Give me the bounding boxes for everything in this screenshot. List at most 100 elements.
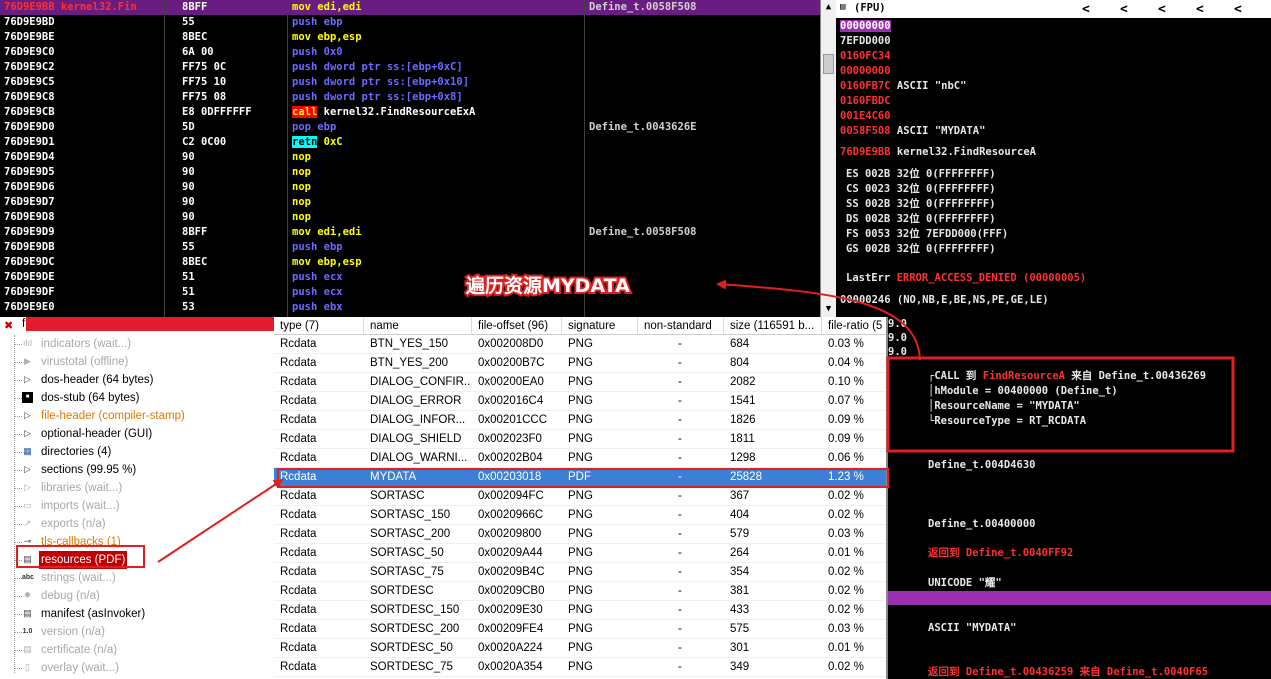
- scroll-up-arrow-icon[interactable]: ▲: [821, 0, 836, 14]
- tree-item[interactable]: abc strings (wait...): [0, 569, 274, 587]
- table-row[interactable]: Rcdata SORTDESC_150 0x00209E30 PNG -433 0.02 …: [274, 601, 888, 620]
- stack-line[interactable]: │hModule = 00400000 (Define_t): [928, 384, 1118, 398]
- disasm-row[interactable]: 76D9E9D7 90 nop: [0, 195, 820, 210]
- segment-register[interactable]: FS 0053 32位 7EFDD000(FFF): [846, 227, 1008, 241]
- tree-item[interactable]: ✹ debug (n/a): [0, 587, 274, 605]
- table-row[interactable]: Rcdata SORTASC_200 0x00209800 PNG -579 0.03 %: [274, 525, 888, 544]
- nav-arrow-icon[interactable]: <: [1158, 2, 1166, 17]
- disasm-row[interactable]: 76D9E9D6 90 nop: [0, 180, 820, 195]
- scrollbar-thumb[interactable]: [823, 54, 834, 74]
- tree-item[interactable]: ⊸ tls-callbacks (1): [0, 533, 274, 551]
- stack-line[interactable]: 返回到 Define_t.0040FF92: [928, 546, 1073, 560]
- disasm-row[interactable]: 76D9E9D5 90 nop: [0, 165, 820, 180]
- tree-item[interactable]: ▷ optional-header (GUI): [0, 425, 274, 443]
- disasm-row[interactable]: 76D9E9DE 51 push ecx: [0, 270, 820, 285]
- table-row[interactable]: Rcdata SORTASC_75 0x00209B4C PNG -354 0.02 %: [274, 563, 888, 582]
- table-row[interactable]: Rcdata BTN_YES_200 0x00200B7C PNG -804 0.04 %: [274, 354, 888, 373]
- disasm-row[interactable]: 76D9E9C5 FF75 10 push dword ptr ss:[ebp+0x…: [0, 75, 820, 90]
- disasm-row[interactable]: 76D9E9BE 8BEC mov ebp,esp: [0, 30, 820, 45]
- stack-line[interactable]: 返回到 Define_t.00436259 来自 Define_t.0040F6…: [928, 665, 1208, 679]
- column-header[interactable]: signature: [562, 317, 638, 335]
- column-header[interactable]: file-ratio (5: [822, 317, 888, 335]
- tree-item[interactable]: ↗ exports (n/a): [0, 515, 274, 533]
- disasm-row[interactable]: 76D9E9DC 8BEC mov ebp,esp: [0, 255, 820, 270]
- stack-line[interactable]: ASCII "MYDATA": [928, 621, 1017, 635]
- tree-item[interactable]: ▷ sections (99.95 %): [0, 461, 274, 479]
- tree-item[interactable]: ▷ libraries (wait...): [0, 479, 274, 497]
- disasm-row[interactable]: 76D9E9CB E8 0DFFFFFF call kernel32.FindRes…: [0, 105, 820, 120]
- disasm-row[interactable]: 76D9E9DB 55 push ebp: [0, 240, 820, 255]
- tree-item[interactable]: ■ dos-stub (64 bytes): [0, 389, 274, 407]
- disassembly-panel[interactable]: 76D9E9BB kernel32.Fin 8BFF mov edi,edi Defi…: [0, 0, 820, 317]
- disasm-row[interactable]: 76D9E9D4 90 nop: [0, 150, 820, 165]
- disasm-row[interactable]: 76D9E9C2 FF75 0C push dword ptr ss:[ebp+0x…: [0, 60, 820, 75]
- register-value[interactable]: 00000000: [840, 19, 891, 33]
- segment-register[interactable]: DS 002B 32位 0(FFFFFFFF): [846, 212, 996, 226]
- register-value[interactable]: 0058F508 ASCII "MYDATA": [840, 124, 985, 138]
- disasm-row[interactable]: 76D9E9D1 C2 0C00 retn 0xC: [0, 135, 820, 150]
- tree-root[interactable]: ✖ f: [0, 317, 274, 335]
- scroll-down-arrow-icon[interactable]: ▼: [821, 302, 836, 316]
- register-value[interactable]: 0160FC34: [840, 49, 891, 63]
- disasm-row[interactable]: 76D9E9E0 53 push ebx: [0, 300, 820, 315]
- table-row[interactable]: Rcdata SORTDESC 0x00209CB0 PNG -381 0.02 %: [274, 582, 888, 601]
- table-row[interactable]: Rcdata DIALOG_CONFIR... 0x00200EA0 PNG -2082…: [274, 373, 888, 392]
- table-row[interactable]: Rcdata SORTDESC_75 0x0020A354 PNG -349 0.02 %: [274, 658, 888, 677]
- table-row[interactable]: Rcdata SORTDESC_50 0x0020A224 PNG -301 0.01 %: [274, 639, 888, 658]
- register-value[interactable]: 7EFDD000: [840, 34, 891, 48]
- stack-line[interactable]: Define_t.004D4630: [928, 458, 1035, 472]
- register-value[interactable]: 001E4C60: [840, 109, 891, 123]
- tree-item[interactable]: 1.0 version (n/a): [0, 623, 274, 641]
- disasm-row[interactable]: 76D9E9BD 55 push ebp: [0, 15, 820, 30]
- tree-item[interactable]: ▯ overlay (wait...): [0, 659, 274, 677]
- column-header[interactable]: file-offset (96): [472, 317, 562, 335]
- tree-item[interactable]: ▤ manifest (asInvoker): [0, 605, 274, 623]
- register-value[interactable]: 0160FB7C ASCII "nbC": [840, 79, 966, 93]
- disasm-row[interactable]: 76D9E9BB kernel32.Fin 8BFF mov edi,edi Defi…: [0, 0, 820, 15]
- tree-item[interactable]: ▷ file-header (compiler-stamp): [0, 407, 274, 425]
- disasm-row[interactable]: 76D9E9DF 51 push ecx: [0, 285, 820, 300]
- tree-item[interactable]: ▶ virustotal (offline): [0, 353, 274, 371]
- eflags-row[interactable]: 00000246 (NO,NB,E,BE,NS,PE,GE,LE): [840, 293, 1049, 307]
- resources-table[interactable]: type (7) name file-offset (96) signature non…: [274, 317, 888, 679]
- table-row[interactable]: Rcdata SORTASC_50 0x00209A44 PNG -264 0.01 %: [274, 544, 888, 563]
- segment-register[interactable]: GS 002B 32位 0(FFFFFFFF): [846, 242, 996, 256]
- disassembly-scrollbar[interactable]: ▲ ▼: [820, 0, 836, 317]
- tree-item[interactable]: ▦ directories (4): [0, 443, 274, 461]
- disasm-row[interactable]: 76D9E9C0 6A 00 push 0x0: [0, 45, 820, 60]
- segment-register[interactable]: SS 002B 32位 0(FFFFFFFF): [846, 197, 996, 211]
- register-value[interactable]: 00000000: [840, 64, 891, 78]
- stack-line[interactable]: │ResourceName = "MYDATA": [928, 399, 1080, 413]
- table-row[interactable]: Rcdata SORTASC_150 0x0020966C PNG -404 0.02 %: [274, 506, 888, 525]
- eip-register[interactable]: 76D9E9BB kernel32.FindResourceA: [840, 145, 1036, 159]
- table-row[interactable]: Rcdata SORTDESC_200 0x00209FE4 PNG -575 0.03 …: [274, 620, 888, 639]
- segment-register[interactable]: CS 0023 32位 0(FFFFFFFF): [846, 182, 996, 196]
- table-row[interactable]: Rcdata BTN_YES_150 0x002008D0 PNG -684 0.03 %: [274, 335, 888, 354]
- stack-line[interactable]: UNICODE "耀": [928, 576, 1002, 590]
- segment-register[interactable]: ES 002B 32位 0(FFFFFFFF): [846, 167, 996, 181]
- table-row[interactable]: Rcdata DIALOG_INFOR... 0x00201CCC PNG -1826 0…: [274, 411, 888, 430]
- disasm-row[interactable]: 76D9E9D0 5D pop ebp Define_t.0043626E: [0, 120, 820, 135]
- column-header[interactable]: name: [364, 317, 472, 335]
- stack-line[interactable]: Define_t.00400000: [928, 517, 1035, 531]
- column-header[interactable]: size (116591 b...: [724, 317, 822, 335]
- tree-item[interactable]: ▭ imports (wait...): [0, 497, 274, 515]
- stack-line[interactable]: └ResourceType = RT_RCDATA: [928, 414, 1086, 428]
- tree-item[interactable]: ılıl indicators (wait...): [0, 335, 274, 353]
- disasm-row[interactable]: 76D9E9C8 FF75 08 push dword ptr ss:[ebp+0x…: [0, 90, 820, 105]
- disasm-row[interactable]: 76D9E9D9 8BFF mov edi,edi Define_t.0058F508: [0, 225, 820, 240]
- table-row[interactable]: Rcdata DIALOG_WARNI... 0x00202B04 PNG -1298 0…: [274, 449, 888, 468]
- table-row[interactable]: Rcdata DIALOG_SHIELD 0x002023F0 PNG -1811 0.0…: [274, 430, 888, 449]
- pestudio-tree[interactable]: ✖ f ılıl indicators (wait...) ▶ virustotal …: [0, 317, 274, 679]
- nav-arrow-icon[interactable]: <: [1082, 2, 1090, 17]
- register-value[interactable]: 0160FBDC: [840, 94, 891, 108]
- nav-arrow-icon[interactable]: <: [1234, 2, 1242, 17]
- column-header[interactable]: type (7): [274, 317, 364, 335]
- tree-item[interactable]: ▤ certificate (n/a): [0, 641, 274, 659]
- table-row[interactable]: Rcdata SORTASC 0x002094FC PNG -367 0.02 %: [274, 487, 888, 506]
- tree-item[interactable]: ▷ dos-header (64 bytes): [0, 371, 274, 389]
- column-header[interactable]: non-standard: [638, 317, 724, 335]
- table-row[interactable]: Rcdata MYDATA 0x00203018 PDF -25828 1.23 %: [274, 468, 888, 487]
- table-row[interactable]: Rcdata DIALOG_ERROR 0x002016C4 PNG -1541 0.07…: [274, 392, 888, 411]
- nav-arrow-icon[interactable]: <: [1196, 2, 1204, 17]
